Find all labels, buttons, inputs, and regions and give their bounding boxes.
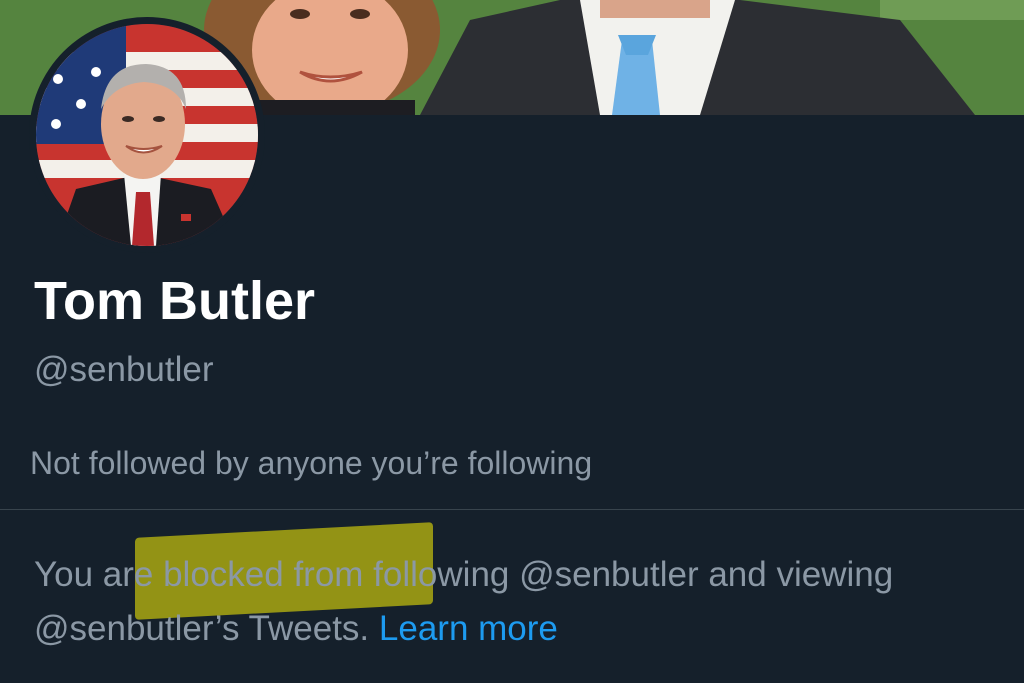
- learn-more-link[interactable]: Learn more: [379, 609, 558, 648]
- profile-avatar[interactable]: [29, 17, 265, 253]
- profile-page: Tom Butler @senbutler Not followed by an…: [0, 0, 1024, 683]
- followed-by-text: Not followed by anyone you’re following: [30, 445, 593, 481]
- blocked-notice: You are blocked from following @senbutle…: [34, 548, 994, 656]
- section-divider: [0, 509, 1024, 510]
- avatar-photo: [36, 24, 258, 246]
- profile-display-name: Tom Butler: [34, 271, 315, 331]
- profile-handle: @senbutler: [34, 350, 214, 389]
